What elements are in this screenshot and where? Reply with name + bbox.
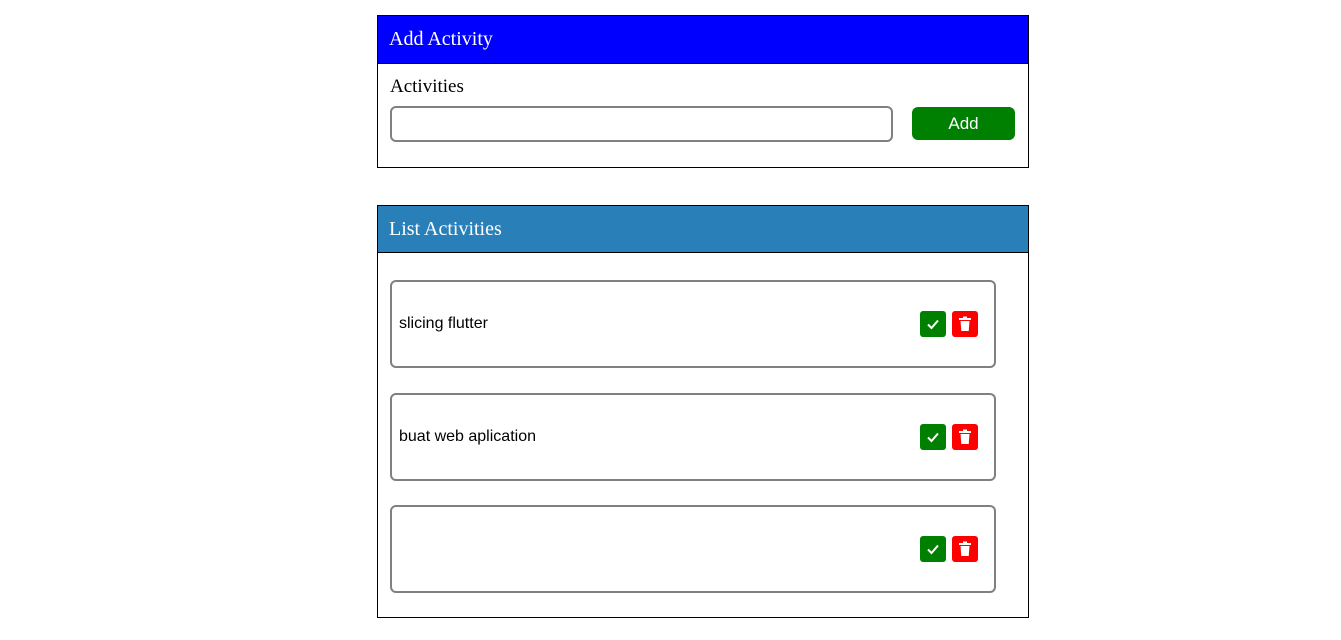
activity-text: slicing flutter xyxy=(399,315,488,332)
activities-label: Activities xyxy=(390,76,464,97)
trash-icon xyxy=(959,429,971,444)
done-button[interactable] xyxy=(920,536,946,562)
list-activities-header: List Activities xyxy=(378,206,1028,253)
add-activity-header: Add Activity xyxy=(378,16,1028,64)
done-button[interactable] xyxy=(920,424,946,450)
delete-button[interactable] xyxy=(952,424,978,450)
add-button[interactable]: Add xyxy=(912,107,1015,140)
delete-button[interactable] xyxy=(952,311,978,337)
activity-input[interactable] xyxy=(390,106,893,142)
check-icon xyxy=(927,319,939,330)
check-icon xyxy=(927,432,939,443)
check-icon xyxy=(927,544,939,555)
list-activities-panel: List Activities slicing flutter buat web… xyxy=(377,205,1029,618)
add-activity-panel: Add Activity Activities Add xyxy=(377,15,1029,168)
activity-text: buat web aplication xyxy=(399,428,536,445)
done-button[interactable] xyxy=(920,311,946,337)
list-item xyxy=(390,505,996,593)
delete-button[interactable] xyxy=(952,536,978,562)
list-item: slicing flutter xyxy=(390,280,996,368)
trash-icon xyxy=(959,541,971,556)
activity-list: slicing flutter buat web aplication xyxy=(378,254,1028,617)
trash-icon xyxy=(959,316,971,331)
list-item: buat web aplication xyxy=(390,393,996,481)
